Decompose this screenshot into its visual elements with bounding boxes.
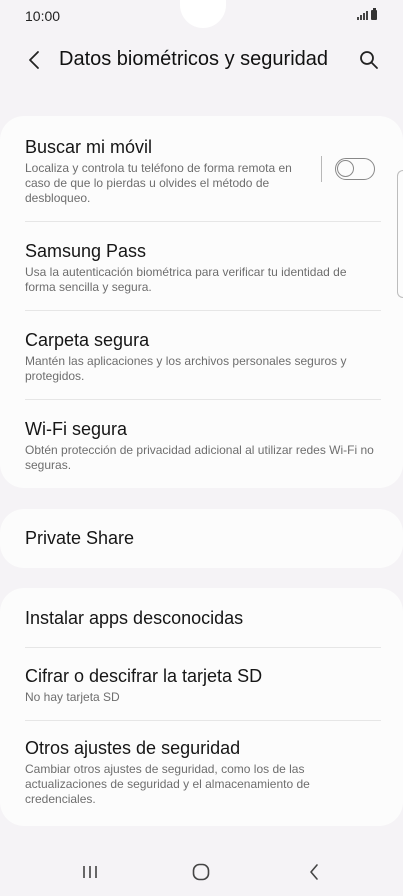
divider bbox=[25, 310, 381, 311]
camera-notch bbox=[180, 0, 226, 28]
item-subtitle: Obtén protección de privacidad adicional… bbox=[25, 443, 374, 472]
item-title: Wi-Fi segura bbox=[25, 419, 128, 439]
divider bbox=[25, 647, 381, 648]
secure-folder-item[interactable]: Carpeta segura Mantén las aplicaciones y… bbox=[25, 329, 375, 384]
divider bbox=[25, 221, 381, 222]
chevron-left-icon bbox=[29, 51, 39, 69]
divider bbox=[25, 720, 381, 721]
item-subtitle: Localiza y controla tu teléfono de forma… bbox=[25, 161, 292, 205]
recents-button[interactable] bbox=[60, 848, 120, 896]
home-button[interactable] bbox=[171, 848, 231, 896]
status-icons bbox=[357, 8, 377, 20]
search-button[interactable] bbox=[355, 46, 383, 74]
signal-icon bbox=[357, 11, 368, 20]
item-subtitle: Mantén las aplicaciones y los archivos p… bbox=[25, 354, 347, 383]
find-my-mobile-item[interactable]: Buscar mi móvil Localiza y controla tu t… bbox=[25, 136, 308, 206]
divider bbox=[25, 399, 381, 400]
back-button[interactable] bbox=[20, 46, 48, 74]
item-subtitle: No hay tarjeta SD bbox=[25, 690, 120, 704]
item-title: Buscar mi móvil bbox=[25, 137, 153, 157]
status-bar: 10:00 bbox=[0, 0, 403, 30]
page-title: Datos biométricos y seguridad bbox=[59, 48, 329, 70]
app-bar: Datos biométricos y seguridad bbox=[0, 40, 403, 80]
item-title: Private Share bbox=[25, 528, 135, 548]
item-title: Otros ajustes de seguridad bbox=[25, 738, 241, 758]
nav-back-button[interactable] bbox=[284, 848, 344, 896]
home-icon bbox=[192, 863, 210, 881]
item-subtitle: Cambiar otros ajustes de seguridad, como… bbox=[25, 762, 310, 806]
back-icon bbox=[310, 864, 318, 880]
toggle-knob bbox=[337, 160, 354, 177]
recents-icon bbox=[83, 866, 97, 878]
item-title: Cifrar o descifrar la tarjeta SD bbox=[25, 666, 263, 686]
other-security-card: Instalar apps desconocidas Cifrar o desc… bbox=[0, 588, 403, 826]
find-my-mobile-toggle[interactable] bbox=[335, 158, 375, 180]
scroll-indicator[interactable] bbox=[397, 170, 403, 298]
private-share-item[interactable]: Private Share bbox=[25, 527, 375, 549]
encrypt-sd-card-item[interactable]: Cifrar o descifrar la tarjeta SD No hay … bbox=[25, 665, 375, 705]
item-title: Carpeta segura bbox=[25, 330, 150, 350]
status-time: 10:00 bbox=[25, 8, 61, 24]
navigation-bar bbox=[0, 848, 403, 896]
install-unknown-apps-item[interactable]: Instalar apps desconocidas bbox=[25, 607, 375, 629]
item-title: Instalar apps desconocidas bbox=[25, 608, 244, 628]
secure-wifi-item[interactable]: Wi-Fi segura Obtén protección de privaci… bbox=[25, 418, 375, 473]
other-security-settings-item[interactable]: Otros ajustes de seguridad Cambiar otros… bbox=[25, 737, 375, 807]
search-icon bbox=[360, 51, 378, 69]
battery-icon bbox=[371, 8, 377, 20]
private-share-card: Private Share bbox=[0, 509, 403, 568]
item-subtitle: Usa la autenticación biométrica para ver… bbox=[25, 265, 347, 294]
toggle-separator bbox=[321, 156, 322, 182]
samsung-pass-item[interactable]: Samsung Pass Usa la autenticación biomét… bbox=[25, 240, 375, 295]
item-title: Samsung Pass bbox=[25, 241, 147, 261]
